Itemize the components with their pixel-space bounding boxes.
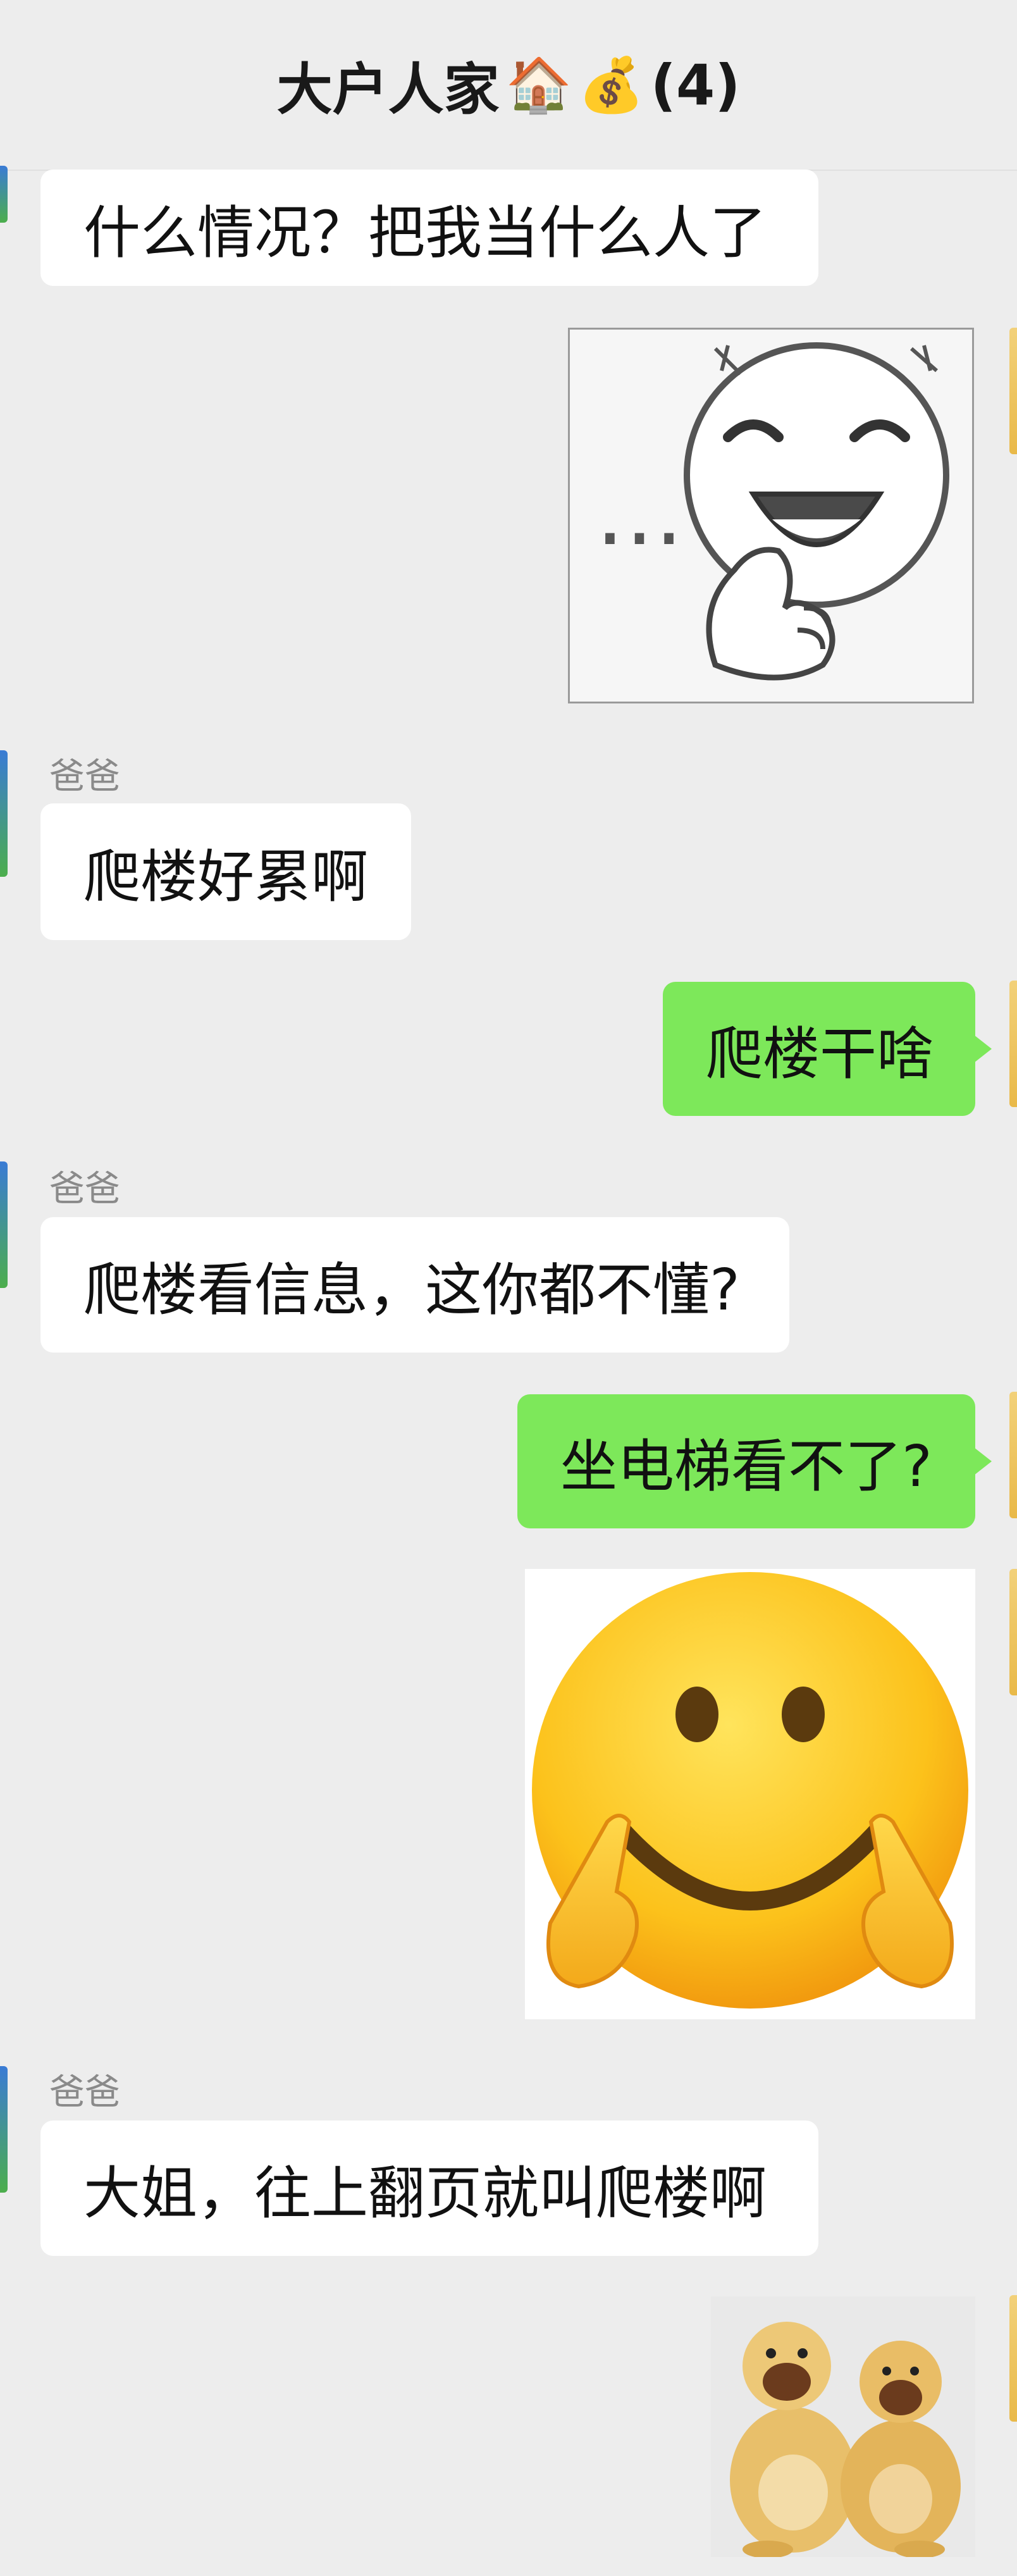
sender-avatar[interactable] — [0, 750, 8, 877]
thumbs-up-grin-sticker[interactable]: … — [568, 328, 974, 703]
my-avatar[interactable] — [1009, 1392, 1017, 1518]
smiling-face-pointing-sticker[interactable] — [525, 1569, 975, 2019]
money-bag-icon: 💰 — [578, 53, 644, 116]
message-text: 爬楼干啥 — [706, 1021, 934, 1087]
chat-title-text: 大户人家 — [276, 56, 500, 122]
member-count: (4) — [650, 52, 741, 118]
sender-name: 爸爸 — [49, 1168, 120, 1210]
sender-avatar[interactable] — [0, 166, 8, 223]
sender-avatar[interactable] — [0, 2066, 8, 2193]
message-text: 坐电梯看不了? — [560, 1434, 932, 1500]
my-avatar[interactable] — [1009, 981, 1017, 1107]
smiling-face-pointing-art — [532, 1572, 968, 2009]
chat-header: 大户人家 🏠 💰 (4) — [0, 0, 1017, 171]
sender-avatar[interactable] — [0, 1161, 8, 1288]
laughing-bears-sticker[interactable] — [711, 2296, 975, 2557]
sender-name: 爸爸 — [49, 2072, 120, 2113]
message-text: 爬楼看信息，这你都不懂? — [83, 1257, 740, 1323]
message-text: 大姐，往上翻页就叫爬楼啊 — [83, 2160, 767, 2227]
message-bubble-right[interactable]: 爬楼干啥 — [663, 982, 992, 1116]
my-avatar[interactable] — [1009, 1569, 1017, 1695]
message-bubble-left[interactable]: 爬楼看信息，这你都不懂? — [40, 1217, 789, 1353]
chat-title[interactable]: 大户人家 🏠 💰 (4) — [277, 45, 741, 125]
sender-name: 爸爸 — [49, 756, 120, 797]
my-avatar[interactable] — [1009, 2295, 1017, 2422]
message-bubble-left[interactable]: 大姐，往上翻页就叫爬楼啊 — [40, 2121, 818, 2256]
ellipsis-text: … — [595, 462, 684, 566]
message-bubble-right[interactable]: 坐电梯看不了? — [517, 1394, 992, 1528]
message-text: 爬楼好累啊 — [83, 844, 368, 910]
message-bubble-left[interactable]: 爬楼好累啊 — [40, 803, 411, 940]
laughing-bears-art — [711, 2296, 975, 2557]
house-icon: 🏠 — [505, 53, 572, 116]
message-bubble-left[interactable]: 什么情况？把我当什么人了 — [40, 170, 818, 286]
my-avatar[interactable] — [1009, 328, 1017, 454]
chat-screen: 大户人家 🏠 💰 (4) 什么情况？把我当什么人了 … 爸爸 爬楼好累啊 爬楼干… — [0, 0, 1017, 2576]
message-text: 什么情况？把我当什么人了 — [83, 200, 767, 266]
